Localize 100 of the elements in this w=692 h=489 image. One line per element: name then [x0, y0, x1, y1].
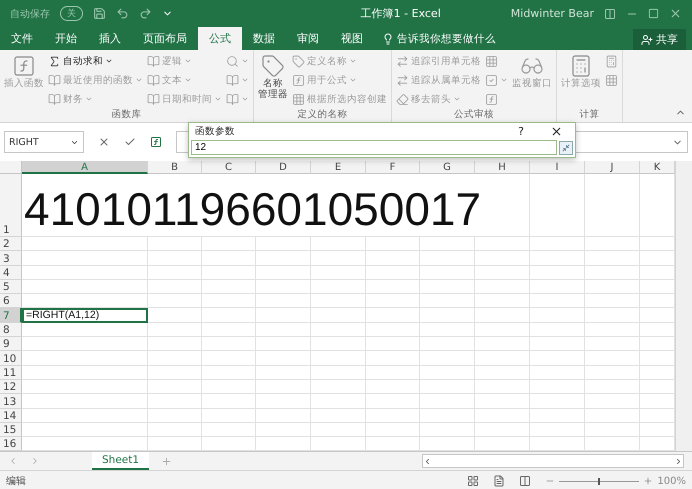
column-header[interactable]: I	[530, 161, 585, 174]
zoom-thumb[interactable]	[598, 478, 600, 485]
row-header[interactable]: 8	[0, 322, 22, 338]
table-cell	[640, 280, 675, 294]
row-header[interactable]: 14	[0, 408, 22, 423]
table-cell	[366, 294, 420, 308]
vertical-scrollbar[interactable]	[675, 161, 692, 452]
row-header[interactable]: 15	[0, 422, 22, 438]
row-header[interactable]: 10	[0, 351, 22, 366]
table-cell	[530, 294, 585, 308]
row-header[interactable]: 16	[0, 437, 22, 452]
page-layout-icon[interactable]	[493, 475, 506, 488]
add-sheet-icon[interactable]	[161, 456, 172, 467]
column-header[interactable]: A	[22, 161, 148, 174]
help-button[interactable]: ?	[518, 125, 524, 138]
sheet-tab[interactable]: Sheet1	[92, 452, 150, 470]
ribbon-tab[interactable]: 页面布局	[132, 27, 198, 50]
table-cell	[585, 251, 640, 266]
user-name: Midwinter Bear	[510, 7, 594, 20]
horizontal-scrollbar[interactable]	[422, 454, 684, 468]
table-cell	[256, 280, 311, 294]
insert-function-icon[interactable]	[150, 136, 162, 148]
table-cell	[202, 337, 256, 352]
row-header[interactable]: 7	[0, 308, 22, 323]
column-header[interactable]: E	[311, 161, 366, 174]
table-cell	[640, 322, 675, 338]
ribbon-tab[interactable]: 审阅	[286, 27, 330, 50]
collapse-dialog-button[interactable]	[559, 140, 573, 154]
ribbon-tab[interactable]: 开始	[44, 27, 88, 50]
ribbon-tab[interactable]: 数据	[242, 27, 286, 50]
table-cell	[585, 380, 640, 394]
table-cell	[530, 366, 585, 380]
normal-view-icon[interactable]	[467, 475, 480, 488]
ribbon-button[interactable]: 名称 管理器	[258, 52, 288, 108]
ribbon-tab[interactable]: 公式	[198, 27, 242, 50]
scroll-right-icon[interactable]	[674, 456, 683, 466]
caret-icon	[349, 76, 357, 84]
table-cell	[530, 351, 585, 366]
row-header[interactable]: 9	[0, 337, 22, 352]
table-cell	[148, 408, 202, 423]
column-header[interactable]: K	[640, 161, 675, 174]
table-cell	[640, 408, 675, 423]
table-cell	[202, 351, 256, 366]
zoom-in-icon[interactable]	[643, 476, 654, 486]
table-cell	[640, 337, 675, 352]
tell-me-search[interactable]: 告诉我你想要做什么	[374, 27, 504, 50]
column-header[interactable]: B	[148, 161, 202, 174]
row-header[interactable]: 13	[0, 394, 22, 409]
row-header[interactable]: 3	[0, 251, 22, 266]
name-box[interactable]: RIGHT	[4, 131, 84, 153]
save-icon[interactable]	[93, 7, 106, 20]
row-header[interactable]: 1	[0, 174, 22, 237]
ribbon-display-icon[interactable]	[604, 8, 616, 20]
row-header[interactable]: 11	[0, 366, 22, 380]
table-cell	[530, 380, 585, 394]
table-cell	[148, 422, 202, 438]
ribbon-button[interactable]: 自动求和	[48, 52, 143, 70]
table-cell	[256, 422, 311, 438]
table-cell	[530, 280, 585, 294]
caret-icon	[500, 76, 508, 84]
book-icon	[147, 54, 160, 68]
column-header[interactable]: H	[475, 161, 530, 174]
redo-icon[interactable]	[139, 7, 152, 20]
table-cell	[475, 308, 530, 323]
ribbon-tab[interactable]: 视图	[330, 27, 374, 50]
maximize-icon[interactable]	[648, 8, 659, 19]
share-button[interactable]: 共享	[633, 29, 686, 50]
table-cell	[475, 337, 530, 352]
undo-icon[interactable]	[116, 7, 129, 20]
column-header[interactable]: J	[585, 161, 640, 174]
row-header[interactable]: 5	[0, 280, 22, 294]
table-cell	[420, 337, 475, 352]
table-cell	[366, 366, 420, 380]
table-cell	[256, 337, 311, 352]
scroll-left-icon[interactable]	[423, 456, 432, 466]
tag-icon	[261, 54, 285, 78]
cancel-icon[interactable]	[98, 136, 110, 148]
row-header[interactable]: 4	[0, 266, 22, 280]
table-cell: =RIGHT(A1,12)	[22, 308, 148, 323]
group-label: 公式审核	[453, 108, 495, 122]
ribbon-tab[interactable]: 文件	[0, 27, 44, 50]
row-header[interactable]: 2	[0, 237, 22, 252]
column-header[interactable]: D	[256, 161, 311, 174]
table-cell	[202, 366, 256, 380]
page-break-icon[interactable]	[519, 475, 532, 488]
table-cell	[585, 394, 640, 409]
table-cell	[202, 394, 256, 409]
close-icon[interactable]	[550, 125, 563, 138]
table-cell	[640, 294, 675, 308]
row-header[interactable]: 12	[0, 380, 22, 394]
enter-icon[interactable]	[124, 136, 136, 148]
column-header[interactable]: C	[202, 161, 256, 174]
argument-field[interactable]: 12	[191, 140, 557, 155]
table-cell	[585, 422, 640, 438]
table-cell	[311, 351, 366, 366]
column-header[interactable]: G	[420, 161, 475, 174]
column-header[interactable]: F	[366, 161, 420, 174]
ribbon-tab[interactable]: 插入	[88, 27, 132, 50]
table-cell	[256, 308, 311, 323]
row-header[interactable]: 6	[0, 294, 22, 308]
